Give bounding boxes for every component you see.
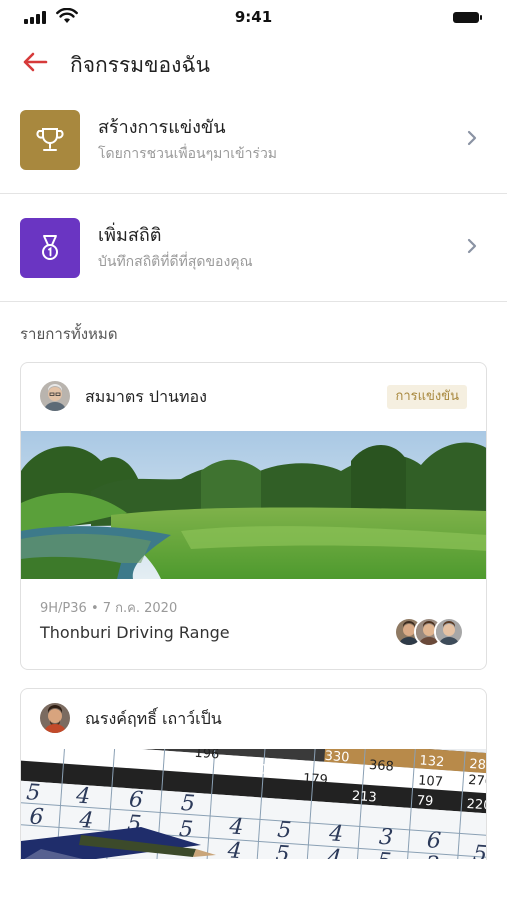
divider	[0, 193, 507, 194]
scorecard-number: 132	[419, 753, 445, 770]
chevron-right-icon	[467, 130, 477, 146]
divider	[0, 301, 507, 302]
medal-tile	[20, 218, 80, 278]
golf-course-photo	[21, 431, 486, 579]
handwritten-score: 5	[180, 791, 196, 817]
handwritten-score: 6	[128, 787, 144, 813]
activity-meta: 9H/P36 • 7 ก.ค. 2020	[40, 597, 177, 618]
battery-icon	[453, 12, 482, 23]
chevron-right-icon	[467, 238, 477, 254]
trophy-tile	[20, 110, 80, 170]
participant-avatar	[434, 617, 464, 647]
scorecard-number: 330	[324, 749, 350, 766]
header: กิจกรรมของฉัน	[0, 40, 507, 86]
handwritten-score: 5	[377, 849, 393, 859]
card-footer: 9H/P36 • 7 ก.ค. 2020 Thonburi Driving Ra…	[21, 579, 486, 669]
avatar	[40, 381, 70, 411]
author-name: สมมาตร ปานทอง	[85, 387, 207, 406]
competition-badge: การแข่งขัน	[387, 385, 467, 409]
avatar	[40, 703, 70, 733]
scorecard-photo: 196 141 330 179 368 213 132 107 79 270 2…	[21, 749, 487, 859]
scorecard-number: 28	[469, 757, 487, 773]
handwritten-score: 3	[378, 825, 394, 851]
handwritten-score: 5	[276, 818, 292, 844]
status-bar: 9:41	[0, 0, 507, 34]
add-stats-subtitle: บันทึกสถิติที่ดีที่สุดของคุณ	[98, 254, 253, 270]
scorecard-number: 79	[416, 793, 434, 809]
activity-card[interactable]: สมมาตร ปานทอง การแข่งขัน 9H/P36 • 7 ก.ค.…	[20, 362, 487, 670]
handwritten-score: 4	[228, 814, 245, 840]
handwritten-score: 4	[74, 784, 91, 810]
scorecard-number: 141	[243, 761, 269, 778]
meta-separator: •	[90, 601, 103, 616]
card-header: ณรงค์ฤทธิ์ เถาว์เป็น	[21, 689, 486, 749]
handwritten-score: 5	[472, 841, 487, 859]
scorecard-number: 213	[351, 789, 377, 806]
venue-name: Thonburi Driving Range	[40, 623, 230, 642]
handwritten-score: 5	[275, 842, 291, 859]
scorecard-number: 107	[418, 773, 444, 790]
add-stats-title: เพิ่มสถิติ	[98, 225, 162, 246]
scorecard-number: 179	[302, 771, 328, 788]
activity-date: 7 ก.ค. 2020	[102, 601, 178, 616]
handwritten-score: 4	[226, 838, 243, 859]
scorecard-number: 270	[468, 773, 487, 790]
scorecard-number: 220	[466, 797, 487, 814]
medal-icon	[42, 235, 58, 260]
section-label: รายการทั้งหมด	[20, 325, 118, 343]
trophy-icon	[36, 128, 64, 151]
page-title: กิจกรรมของฉัน	[70, 53, 211, 77]
status-time: 9:41	[234, 8, 273, 26]
participant-avatars[interactable]	[394, 617, 468, 649]
add-stats-row[interactable]: เพิ่มสถิติ บันทึกสถิติที่ดีที่สุดของคุณ	[0, 200, 507, 308]
card-header: สมมาตร ปานทอง การแข่งขัน	[21, 363, 486, 431]
activity-card[interactable]: ณรงค์ฤทธิ์ เถาว์เป็น 196 141 330 179 368…	[20, 688, 487, 860]
back-arrow-icon[interactable]	[20, 50, 50, 74]
handwritten-score: 6	[29, 804, 45, 830]
handwritten-score: 6	[426, 828, 442, 854]
handwritten-score: 4	[326, 845, 343, 859]
handwritten-score: 5	[25, 780, 41, 806]
create-competition-row[interactable]: สร้างการแข่งขัน โดยการชวนเพื่อนๆมาเข้าร่…	[0, 92, 507, 200]
handwritten-score: 3	[424, 852, 440, 859]
scorecard-number: 368	[369, 758, 395, 775]
create-competition-subtitle: โดยการชวนเพื่อนๆมาเข้าร่วม	[98, 146, 278, 162]
author-name: ณรงค์ฤทธิ์ เถาว์เป็น	[85, 709, 222, 728]
handwritten-score: 4	[78, 808, 95, 834]
handwritten-score: 4	[327, 821, 344, 847]
scorecard-number: 196	[194, 749, 220, 762]
holes-par: 9H/P36	[40, 601, 87, 616]
create-competition-title: สร้างการแข่งขัน	[98, 117, 226, 138]
